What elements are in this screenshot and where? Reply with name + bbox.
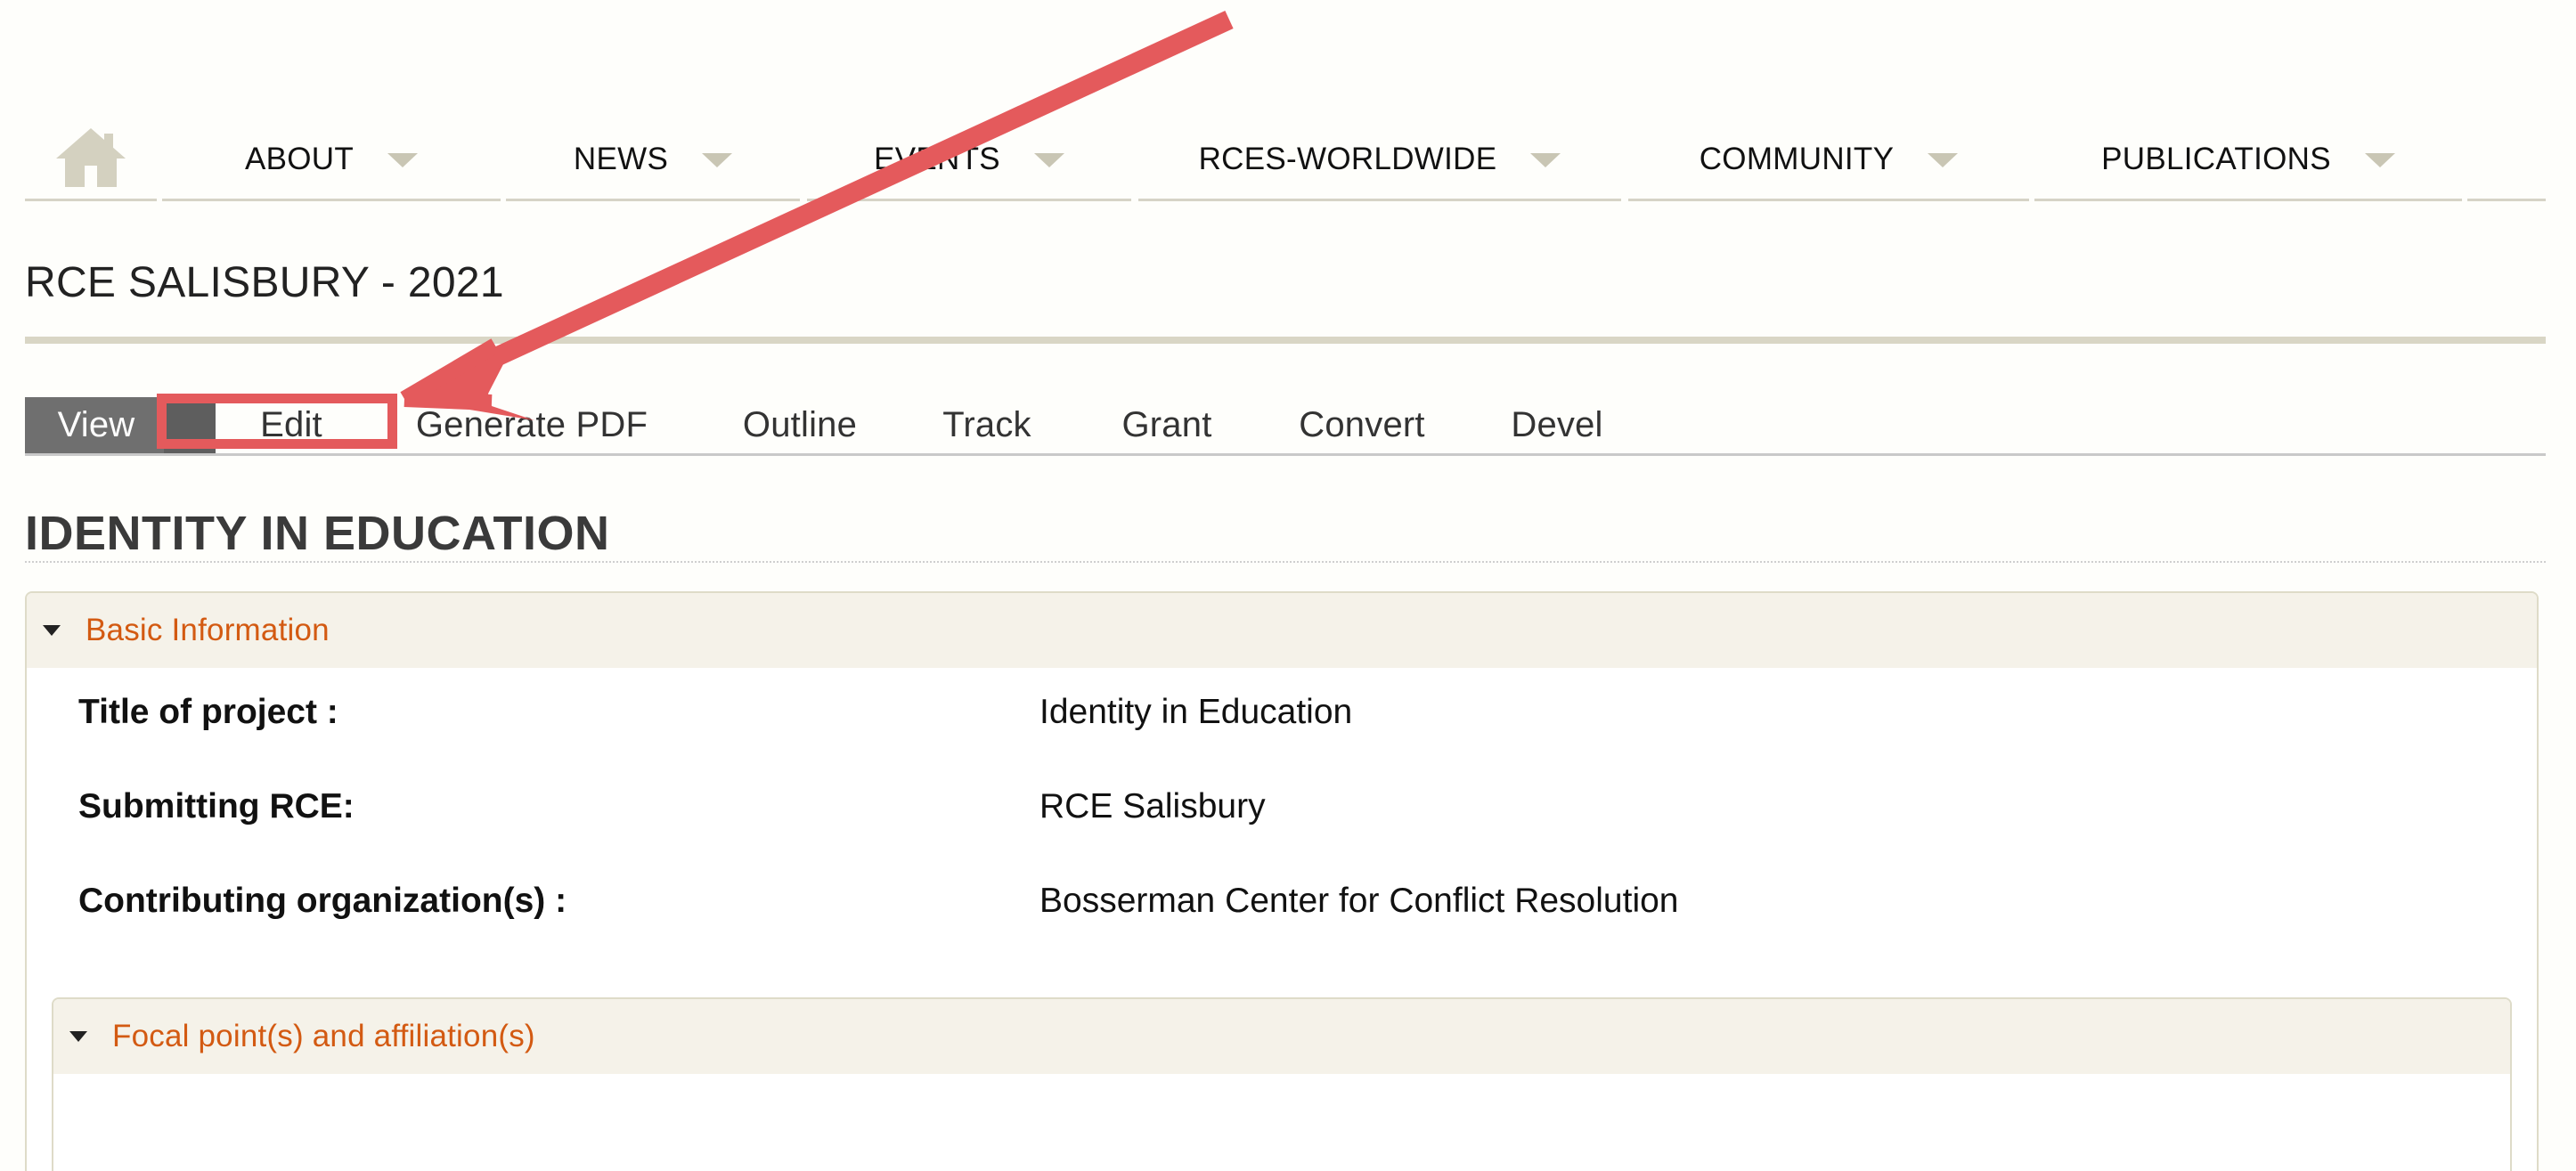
chevron-down-icon[interactable]	[1928, 152, 1959, 167]
tab-outline[interactable]: Outline	[711, 397, 889, 453]
nav-item-publications[interactable]: PUBLICATIONS	[2034, 125, 2462, 201]
collapse-triangle-icon	[69, 1031, 87, 1042]
home-link[interactable]	[25, 125, 157, 201]
field-value-submitting-rce: RCE Salisbury	[1039, 787, 1266, 825]
nav-item-label: EVENTS	[874, 141, 1000, 176]
title-divider	[25, 337, 2546, 344]
field-label-submitting-rce: Submitting RCE:	[78, 787, 355, 825]
tab-edit[interactable]: Edit	[189, 397, 394, 453]
nav-item-label: PUBLICATIONS	[2101, 141, 2331, 176]
nav-item-label: ABOUT	[244, 141, 355, 176]
chevron-down-icon[interactable]	[1033, 152, 1064, 167]
field-value-contributing-orgs: Bosserman Center for Conflict Resolution	[1039, 882, 1679, 920]
field-label-title: Title of project :	[78, 693, 338, 731]
fieldset-legend: Focal point(s) and affiliation(s)	[112, 1019, 535, 1053]
nav-item-news[interactable]: NEWS	[506, 125, 800, 201]
main-navigation: ABOUT NEWS EVENTS RCES-WORLDWIDE COMMUNI…	[25, 125, 2546, 201]
nav-item-label: RCES-WORLDWIDE	[1198, 141, 1497, 176]
nav-item-label: NEWS	[573, 141, 669, 176]
basic-information-toggle[interactable]: Basic Information	[27, 593, 2537, 668]
fieldset-legend: Basic Information	[86, 613, 330, 647]
nav-item-label: COMMUNITY	[1699, 141, 1895, 176]
tab-generate-pdf[interactable]: Generate PDF	[385, 397, 679, 453]
chevron-down-icon[interactable]	[702, 152, 733, 167]
tab-track[interactable]: Track	[907, 397, 1067, 453]
action-tabs: View Edit Generate PDF Outline Track Gra…	[25, 397, 2546, 456]
chevron-down-icon[interactable]	[387, 152, 419, 167]
nav-item-events[interactable]: EVENTS	[807, 125, 1131, 201]
nav-item-rces-worldwide[interactable]: RCES-WORLDWIDE	[1138, 125, 1621, 201]
tab-grant[interactable]: Grant	[1087, 397, 1247, 453]
tab-convert[interactable]: Convert	[1268, 397, 1455, 453]
nav-item-about[interactable]: ABOUT	[162, 125, 501, 201]
tab-devel[interactable]: Devel	[1486, 397, 1628, 453]
tab-view[interactable]: View	[25, 397, 167, 453]
node-title-divider	[25, 561, 2546, 563]
field-label-contributing-orgs: Contributing organization(s) :	[78, 882, 567, 920]
nav-item-community[interactable]: COMMUNITY	[1628, 125, 2029, 201]
home-icon	[56, 128, 126, 187]
collapse-triangle-icon	[43, 625, 61, 636]
node-title: IDENTITY IN EDUCATION	[25, 507, 610, 560]
focal-points-fieldset: Focal point(s) and affiliation(s)	[52, 997, 2512, 1171]
chevron-down-icon[interactable]	[1530, 152, 1561, 167]
field-value-title: Identity in Education	[1039, 693, 1353, 731]
chevron-down-icon[interactable]	[2364, 152, 2395, 167]
nav-spacer	[2467, 125, 2546, 201]
focal-points-toggle[interactable]: Focal point(s) and affiliation(s)	[53, 999, 2510, 1074]
page-title: RCE SALISBURY - 2021	[25, 259, 504, 306]
